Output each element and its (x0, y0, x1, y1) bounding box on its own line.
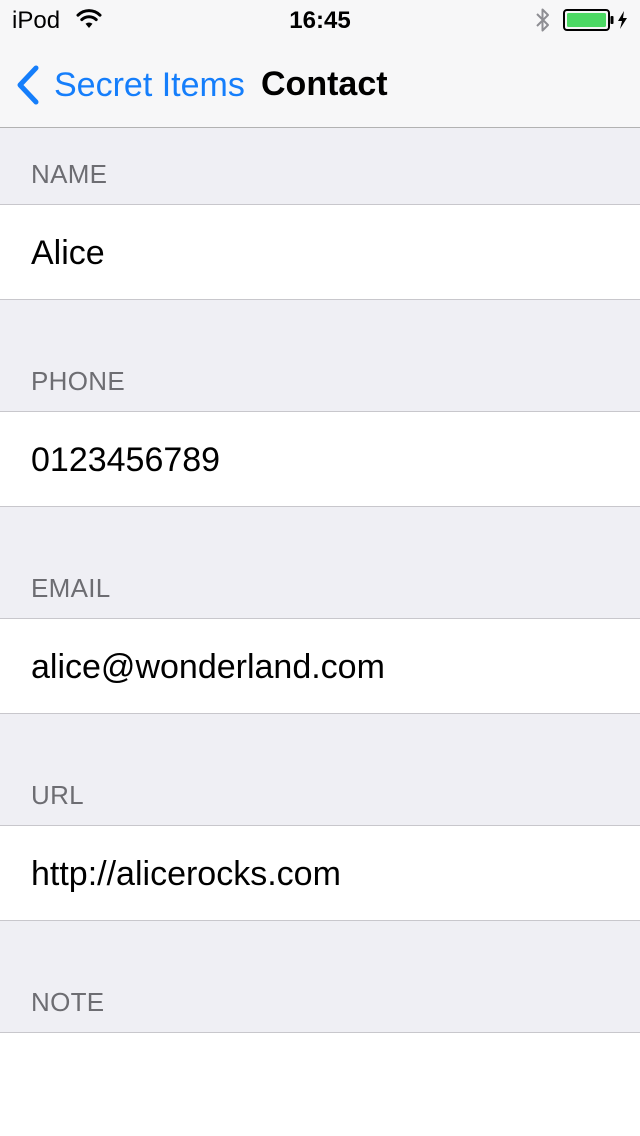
page-title: Contact (261, 65, 388, 103)
phone-value: 0123456789 (31, 441, 221, 479)
navigation-bar: Secret Items Contact (0, 40, 640, 128)
status-bar: iPod 16:45 (0, 0, 640, 40)
battery-charging-icon (563, 9, 627, 31)
section-header-note: NOTE (0, 921, 640, 1032)
section-header-label: PHONE (31, 366, 125, 396)
contact-detail-table[interactable]: NAME Alice PHONE 0123456789 EMAIL alice@… (0, 128, 640, 1136)
bluetooth-icon (536, 8, 549, 32)
url-value: http://alicerocks.com (31, 855, 341, 893)
back-button-label: Secret Items (54, 66, 245, 104)
email-cell[interactable]: alice@wonderland.com (0, 618, 640, 714)
note-cell[interactable] (0, 1032, 640, 1136)
name-cell[interactable]: Alice (0, 204, 640, 300)
section-header-email: EMAIL (0, 507, 640, 618)
section-header-phone: PHONE (0, 300, 640, 411)
email-value: alice@wonderland.com (31, 648, 385, 686)
section-header-name: NAME (0, 128, 640, 204)
name-value: Alice (31, 234, 105, 272)
phone-cell[interactable]: 0123456789 (0, 411, 640, 507)
section-header-label: NOTE (31, 987, 105, 1017)
section-header-label: URL (31, 780, 84, 810)
url-cell[interactable]: http://alicerocks.com (0, 825, 640, 921)
back-button[interactable]: Secret Items (14, 62, 245, 108)
section-header-url: URL (0, 714, 640, 825)
section-header-label: EMAIL (31, 573, 111, 603)
chevron-left-icon (17, 65, 39, 105)
section-header-label: NAME (31, 159, 108, 189)
